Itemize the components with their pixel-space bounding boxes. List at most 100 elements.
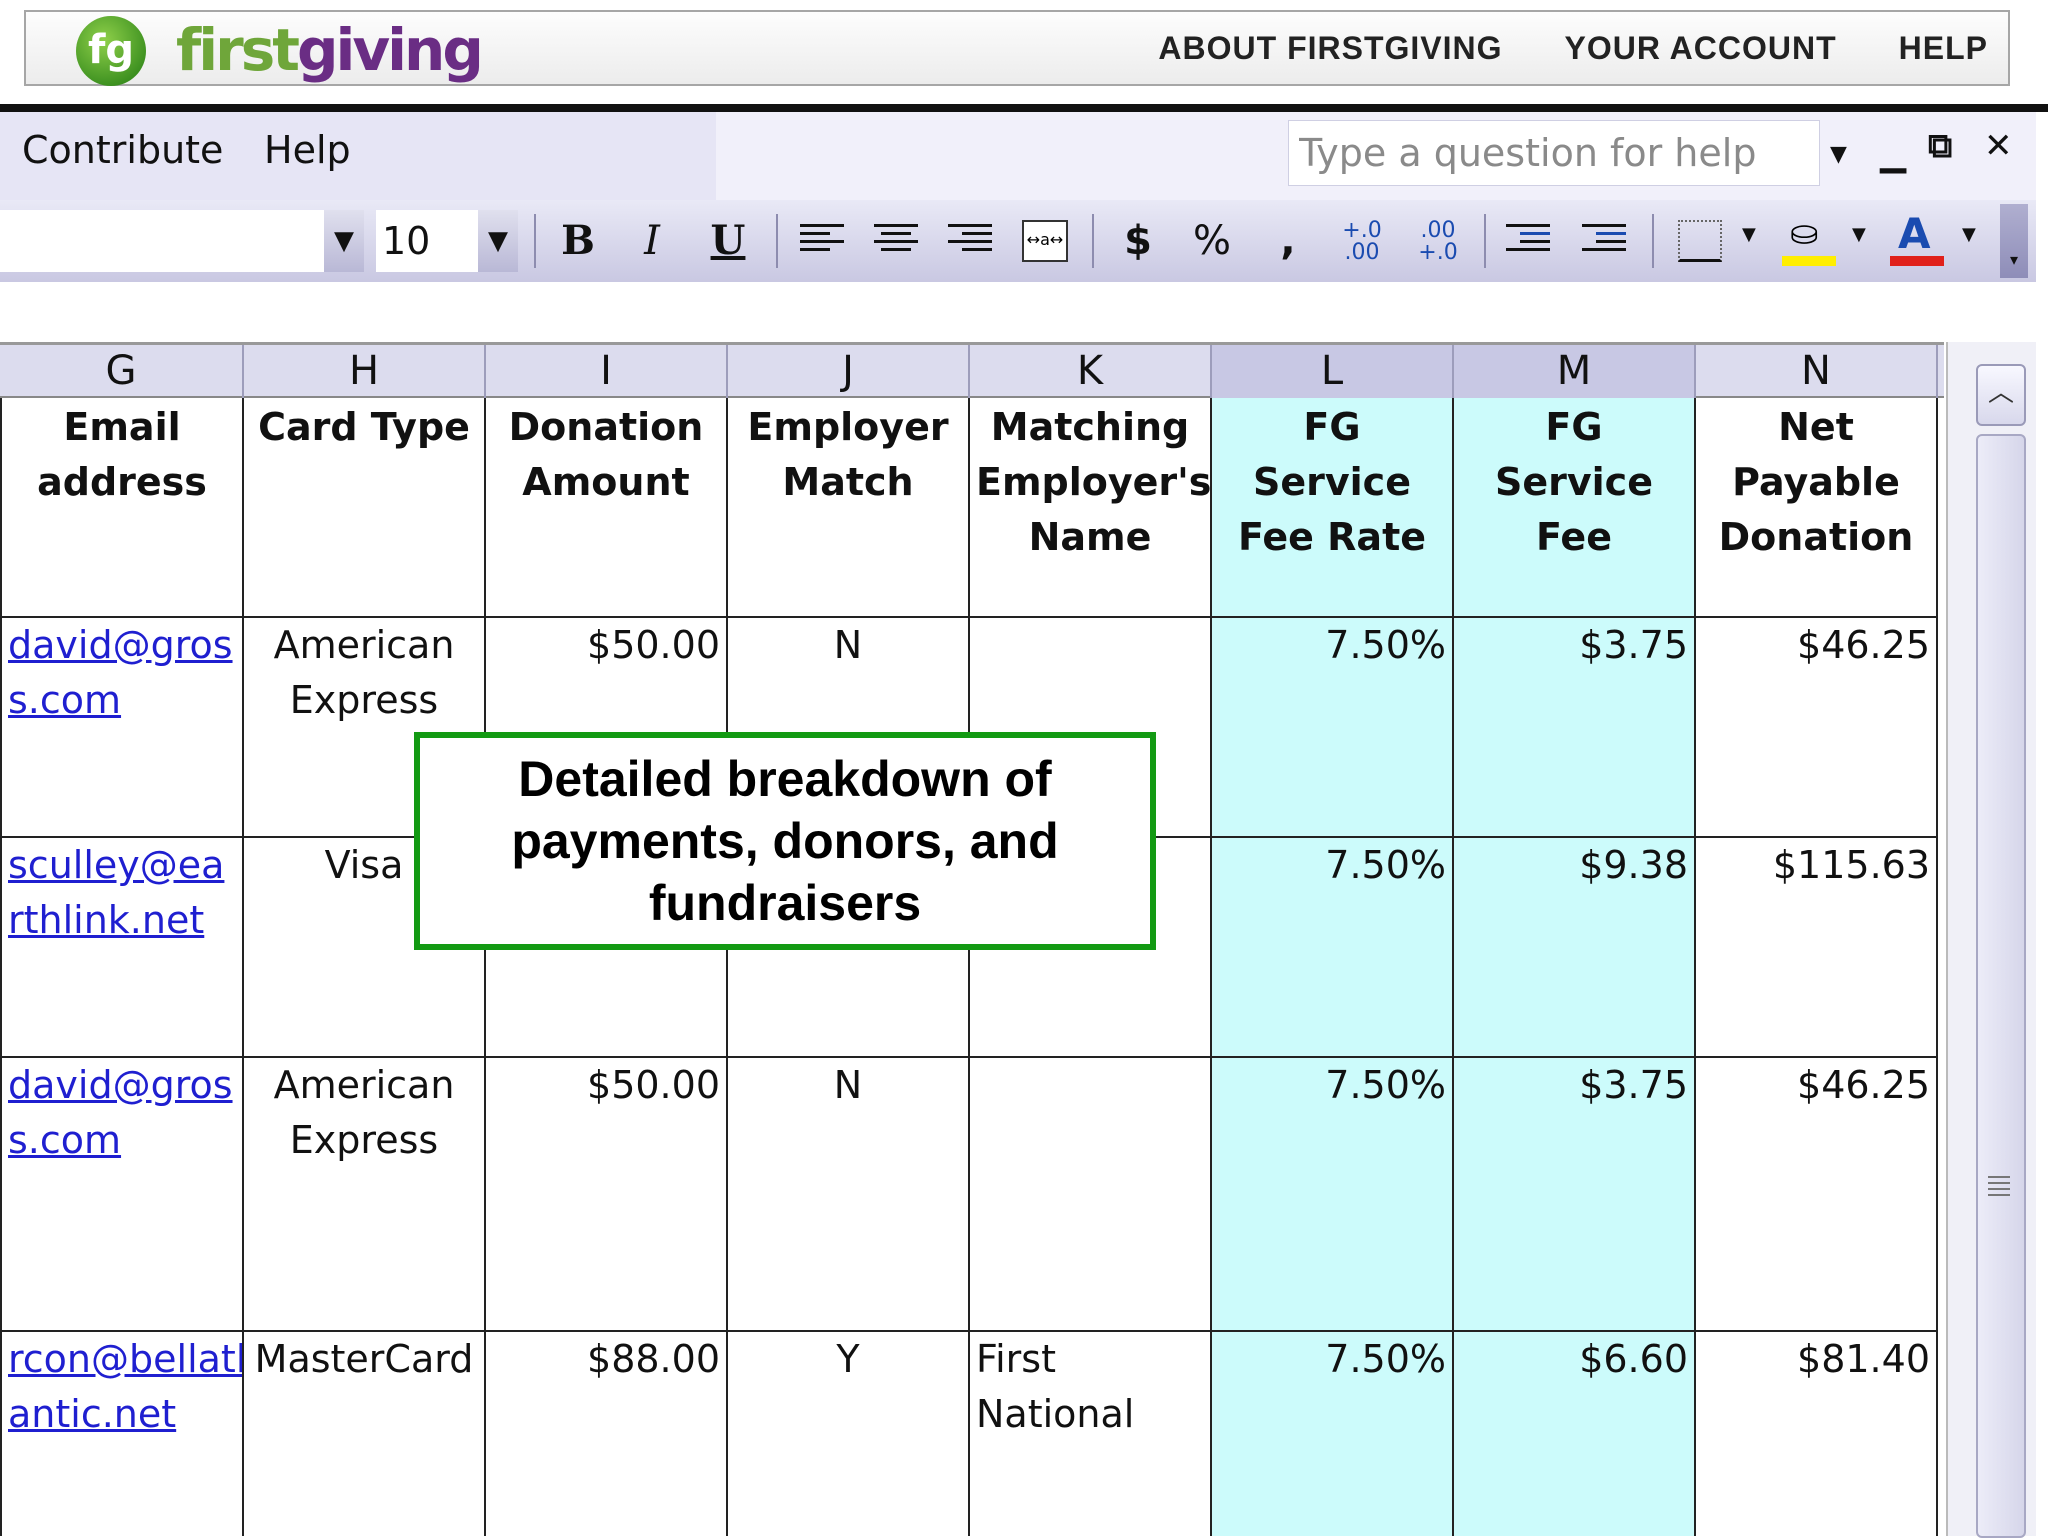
comma-style-button[interactable]: , bbox=[1266, 212, 1310, 270]
column-header-g[interactable]: G bbox=[0, 345, 244, 399]
column-header-n[interactable]: N bbox=[1696, 345, 1938, 399]
cell-card-type[interactable]: American Express bbox=[244, 1058, 486, 1332]
decrease-decimal-button[interactable]: .00 +.0 bbox=[1410, 212, 1466, 278]
nav-help[interactable]: HELP bbox=[1899, 30, 1988, 67]
cell-service-fee[interactable]: $6.60 bbox=[1454, 1332, 1696, 1536]
scrollbar-thumb[interactable] bbox=[1976, 434, 2026, 1538]
column-header-l[interactable]: L bbox=[1212, 345, 1454, 399]
cell-card-type[interactable]: MasterCard bbox=[244, 1332, 486, 1536]
help-dropdown-icon[interactable]: ▼ bbox=[1830, 142, 1847, 167]
restore-icon[interactable]: ⧉ bbox=[1928, 126, 1952, 166]
nav-your-account[interactable]: YOUR ACCOUNT bbox=[1565, 30, 1837, 67]
header-fg-service-fee-rate[interactable]: FG Service Fee Rate bbox=[1212, 398, 1454, 618]
email-link[interactable]: david@gros s.com bbox=[8, 1063, 233, 1162]
cell-email[interactable]: david@gros s.com bbox=[0, 1058, 244, 1332]
firstgiving-logo-icon[interactable]: fg bbox=[76, 16, 146, 86]
header-net-payable-donation[interactable]: Net Payable Donation bbox=[1696, 398, 1938, 618]
font-color-dropdown-icon[interactable]: ▼ bbox=[1962, 224, 1976, 245]
header-donation-amount[interactable]: Donation Amount bbox=[486, 398, 728, 618]
card-line-2: Express bbox=[289, 678, 439, 722]
cell-employer-match[interactable]: Y bbox=[728, 1332, 970, 1536]
menu-bar: Contribute Help ▼ ▁ ⧉ ✕ bbox=[0, 112, 2036, 200]
cell-email[interactable]: rcon@bellatl antic.net bbox=[0, 1332, 244, 1536]
cell-service-fee[interactable]: $3.75 bbox=[1454, 1058, 1696, 1332]
card-line-1: American bbox=[273, 1063, 455, 1107]
menu-contribute[interactable]: Contribute bbox=[22, 128, 223, 172]
cell-fee-rate[interactable]: 7.50% bbox=[1212, 838, 1454, 1058]
italic-button[interactable]: I bbox=[630, 212, 674, 270]
borders-dropdown-icon[interactable]: ▼ bbox=[1742, 224, 1756, 245]
cell-matching-employer[interactable] bbox=[970, 1058, 1212, 1332]
callout-text: Detailed breakdown of payments, donors, … bbox=[511, 751, 1059, 931]
cell-email[interactable]: sculley@ea rthlink.net bbox=[0, 838, 244, 1058]
increase-decimal-button[interactable]: +.0 .00 bbox=[1334, 212, 1390, 278]
font-size-input[interactable] bbox=[376, 210, 476, 272]
cell-net-payable[interactable]: $46.25 bbox=[1696, 618, 1938, 838]
cell-service-fee[interactable]: $9.38 bbox=[1454, 838, 1696, 1058]
toolbar-options-icon[interactable]: ▾ bbox=[2000, 204, 2028, 278]
align-left-icon[interactable] bbox=[800, 224, 844, 258]
header-card-type[interactable]: Card Type bbox=[244, 398, 486, 618]
bold-button[interactable]: B bbox=[556, 212, 600, 270]
column-header-i[interactable]: I bbox=[486, 345, 728, 399]
font-size-field: ▼ bbox=[376, 210, 518, 272]
font-color-icon[interactable]: A bbox=[1890, 212, 1944, 266]
cell-email[interactable]: david@gros s.com bbox=[0, 618, 244, 838]
cell-employer-match[interactable]: N bbox=[728, 1058, 970, 1332]
align-center-icon[interactable] bbox=[874, 224, 918, 258]
menu-help[interactable]: Help bbox=[264, 128, 351, 172]
logo-text-first: first bbox=[176, 16, 300, 84]
cell-net-payable[interactable]: $115.63 bbox=[1696, 838, 1938, 1058]
email-link[interactable]: rcon@bellatl antic.net bbox=[8, 1337, 242, 1436]
email-line-1: david@gros bbox=[8, 623, 233, 667]
cell-service-fee[interactable]: $3.75 bbox=[1454, 618, 1696, 838]
vertical-scrollbar[interactable]: ︿ bbox=[1946, 342, 2036, 1538]
cell-donation-amount[interactable]: $50.00 bbox=[486, 1058, 728, 1332]
card-line-1: Visa bbox=[324, 843, 404, 887]
scrollbar-grip-icon bbox=[1988, 1176, 2010, 1200]
cell-fee-rate[interactable]: 7.50% bbox=[1212, 1332, 1454, 1536]
help-question-input[interactable] bbox=[1289, 121, 1819, 185]
email-link[interactable]: david@gros s.com bbox=[8, 623, 233, 722]
header-fg-service-fee[interactable]: FG Service Fee bbox=[1454, 398, 1696, 618]
underline-button[interactable]: U bbox=[706, 212, 750, 270]
column-header-h[interactable]: H bbox=[244, 345, 486, 399]
outdent-icon[interactable] bbox=[1506, 224, 1550, 258]
toolbar-separator bbox=[534, 214, 536, 268]
site-header: fg firstgiving ABOUT FIRSTGIVING YOUR AC… bbox=[24, 10, 2010, 86]
firstgiving-logo-text[interactable]: firstgiving bbox=[176, 14, 484, 86]
indent-icon[interactable] bbox=[1582, 224, 1626, 258]
minimize-icon[interactable]: ▁ bbox=[1880, 134, 1906, 174]
column-header-m[interactable]: M bbox=[1454, 345, 1696, 399]
font-size-dropdown-icon[interactable]: ▼ bbox=[478, 210, 518, 272]
align-right-icon[interactable] bbox=[948, 224, 992, 258]
cell-fee-rate[interactable]: 7.50% bbox=[1212, 1058, 1454, 1332]
formatting-toolbar: ▼ ▼ B I U ↔a↔ $ % , +.0 .00 .00 +.0 ▼ ⛀ … bbox=[0, 200, 2036, 282]
percent-button[interactable]: % bbox=[1190, 212, 1234, 270]
borders-icon[interactable] bbox=[1678, 220, 1722, 262]
nav-about-firstgiving[interactable]: ABOUT FIRSTGIVING bbox=[1158, 30, 1502, 67]
column-header-j[interactable]: J bbox=[728, 345, 970, 399]
fill-color-dropdown-icon[interactable]: ▼ bbox=[1852, 224, 1866, 245]
email-link[interactable]: sculley@ea rthlink.net bbox=[8, 843, 224, 942]
cell-fee-rate[interactable]: 7.50% bbox=[1212, 618, 1454, 838]
scroll-up-icon[interactable]: ︿ bbox=[1976, 364, 2026, 426]
header-email-address[interactable]: Email address bbox=[0, 398, 244, 618]
font-color-letter-icon: A bbox=[1898, 209, 1931, 258]
cell-net-payable[interactable]: $81.40 bbox=[1696, 1332, 1938, 1536]
currency-button[interactable]: $ bbox=[1116, 212, 1160, 270]
header-matching-employer-name[interactable]: Matching Employer's Name bbox=[970, 398, 1212, 618]
column-header-k[interactable]: K bbox=[970, 345, 1212, 399]
font-name-dropdown-icon[interactable]: ▼ bbox=[324, 210, 364, 272]
header-employer-match[interactable]: Employer Match bbox=[728, 398, 970, 618]
cell-donation-amount[interactable]: $88.00 bbox=[486, 1332, 728, 1536]
close-icon[interactable]: ✕ bbox=[1984, 126, 2013, 166]
fill-color-swatch bbox=[1782, 256, 1836, 266]
fill-color-icon[interactable]: ⛀ bbox=[1782, 214, 1836, 266]
merge-center-icon[interactable]: ↔a↔ bbox=[1022, 220, 1068, 262]
toolbar-separator bbox=[1092, 214, 1094, 268]
cell-net-payable[interactable]: $46.25 bbox=[1696, 1058, 1938, 1332]
font-name-field[interactable]: ▼ bbox=[0, 210, 364, 272]
cell-matching-employer[interactable]: First National bbox=[970, 1332, 1212, 1536]
employer-line-1: First bbox=[976, 1337, 1056, 1381]
